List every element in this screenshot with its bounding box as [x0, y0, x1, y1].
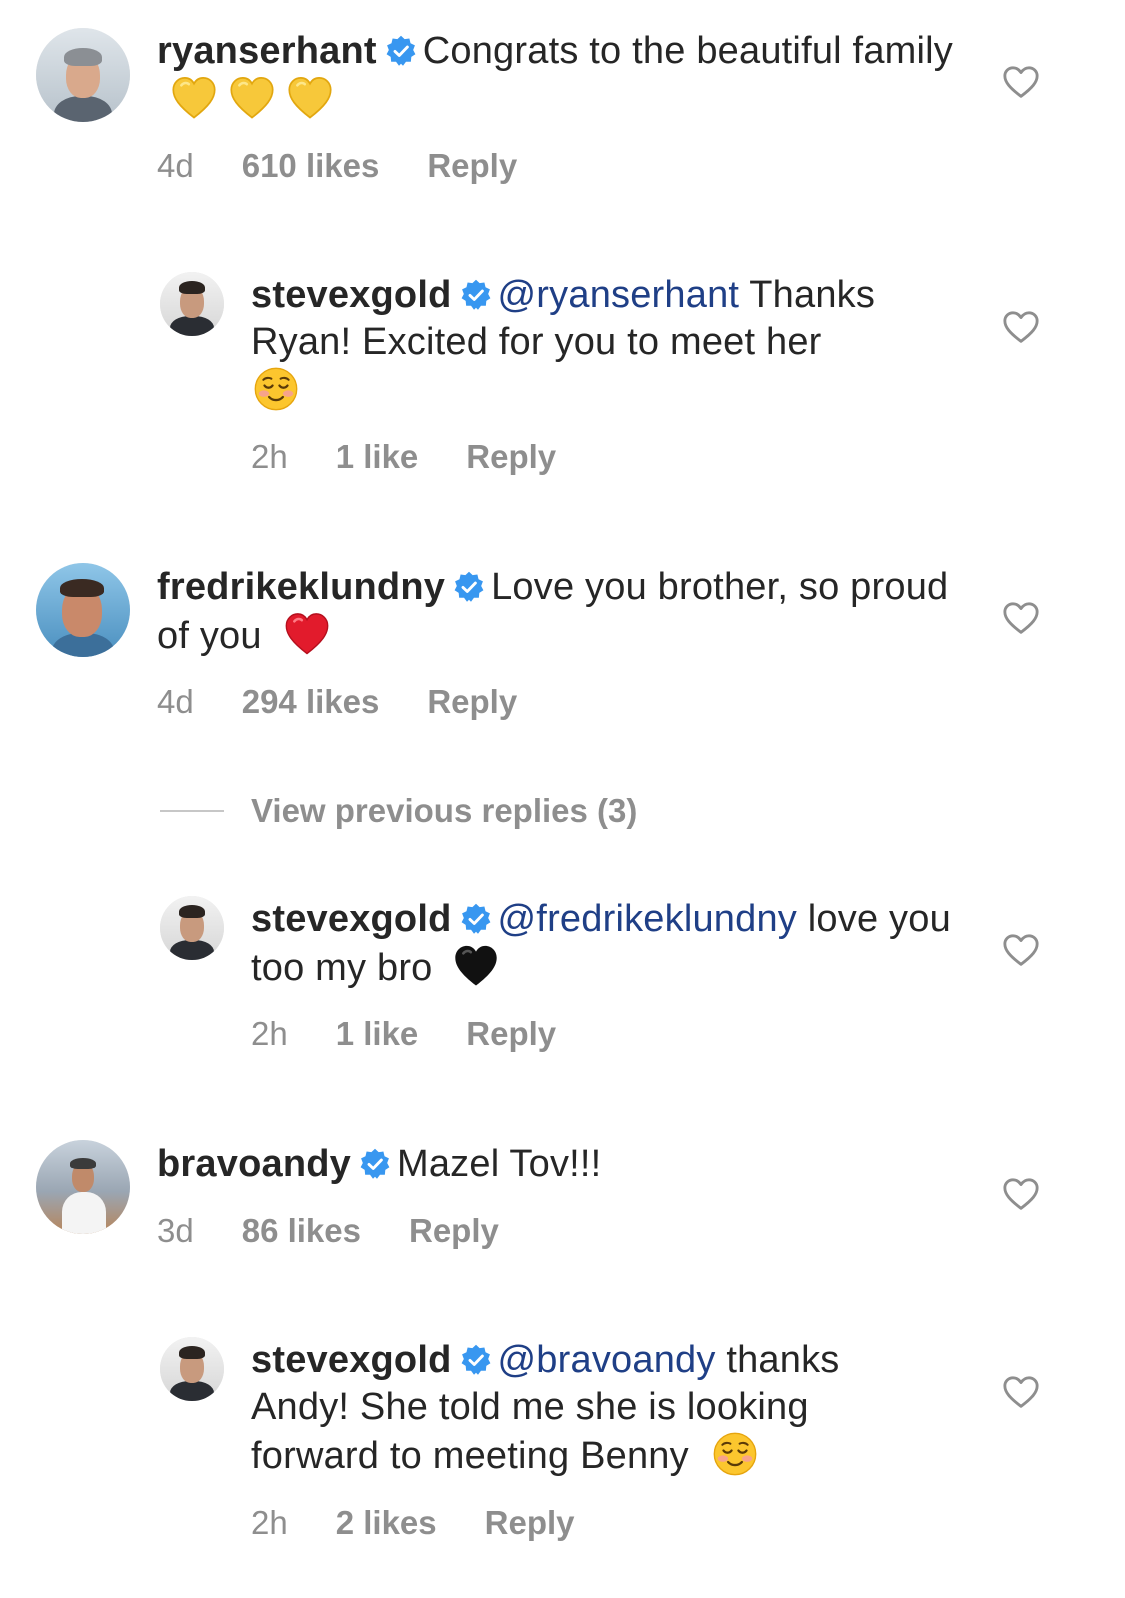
comment-meta: 4d 294 likes Reply	[157, 683, 565, 721]
comment-time: 4d	[157, 147, 194, 184]
red-heart-icon	[284, 611, 330, 657]
verified-badge-icon	[453, 571, 485, 603]
yellow-heart-icon	[171, 75, 217, 121]
reply-button[interactable]: Reply	[485, 1504, 575, 1541]
comment-meta: 4d 610 likes Reply	[157, 147, 565, 185]
comment-body: ryanserhant Congrats to the beautiful fam…	[157, 28, 957, 124]
comment-text: Congrats to the beautiful family	[422, 30, 953, 72]
likes-count[interactable]: 86 likes	[242, 1212, 361, 1249]
yellow-heart-icon	[287, 75, 333, 121]
comment-time: 4d	[157, 683, 194, 720]
avatar[interactable]	[160, 896, 224, 960]
comment-meta: 2h 1 like Reply	[251, 438, 604, 476]
verified-badge-icon	[460, 279, 492, 311]
mention-link[interactable]: @ryanserhant	[498, 274, 740, 316]
reply-button[interactable]: Reply	[427, 147, 517, 184]
likes-count[interactable]: 294 likes	[242, 683, 380, 720]
comment-body: stevexgold @ryanserhant Thanks Ryan! Exci…	[251, 272, 951, 415]
username[interactable]: stevexgold	[251, 898, 452, 940]
reply-button[interactable]: Reply	[427, 683, 517, 720]
username[interactable]: ryanserhant	[157, 30, 377, 72]
likes-count[interactable]: 1 like	[336, 438, 419, 475]
username[interactable]: fredrikeklundny	[157, 566, 445, 608]
avatar[interactable]	[36, 28, 130, 122]
comment-meta: 3d 86 likes Reply	[157, 1212, 547, 1250]
like-heart-icon[interactable]	[1002, 600, 1040, 638]
mention-link[interactable]: @bravoandy	[498, 1339, 716, 1381]
comment-body: stevexgold @fredrikeklundny love you too …	[251, 896, 971, 992]
verified-badge-icon	[359, 1148, 391, 1180]
avatar[interactable]	[36, 563, 130, 657]
likes-count[interactable]: 610 likes	[242, 147, 380, 184]
reply-button[interactable]: Reply	[409, 1212, 499, 1249]
comment-time: 2h	[251, 1015, 288, 1052]
comment-meta: 2h 1 like Reply	[251, 1015, 604, 1053]
avatar[interactable]	[160, 1337, 224, 1401]
yellow-heart-icon	[229, 75, 275, 121]
reply-button[interactable]: Reply	[466, 1015, 556, 1052]
likes-count[interactable]: 2 likes	[336, 1504, 437, 1541]
username[interactable]: bravoandy	[157, 1143, 351, 1185]
comment-body: bravoandy Mazel Tov!!!	[157, 1141, 957, 1188]
comment-text: Mazel Tov!!!	[396, 1143, 602, 1185]
view-previous-replies-label[interactable]: View previous replies (3)	[251, 792, 637, 830]
comment-time: 2h	[251, 1504, 288, 1541]
mention-link[interactable]: @fredrikeklundny	[498, 898, 797, 940]
verified-badge-icon	[385, 35, 417, 67]
verified-badge-icon	[460, 903, 492, 935]
verified-badge-icon	[460, 1344, 492, 1376]
username[interactable]: stevexgold	[251, 1339, 452, 1381]
divider-line	[160, 810, 224, 812]
avatar[interactable]	[36, 1140, 130, 1234]
comment-body: stevexgold @bravoandy thanks Andy! She to…	[251, 1337, 931, 1480]
like-heart-icon[interactable]	[1002, 1176, 1040, 1214]
smiling-face-icon	[712, 1431, 758, 1477]
comment-time: 3d	[157, 1212, 194, 1249]
like-heart-icon[interactable]	[1002, 1374, 1040, 1412]
username[interactable]: stevexgold	[251, 274, 452, 316]
like-heart-icon[interactable]	[1002, 309, 1040, 347]
reply-button[interactable]: Reply	[466, 438, 556, 475]
avatar[interactable]	[160, 272, 224, 336]
comment-meta: 2h 2 likes Reply	[251, 1504, 623, 1542]
black-heart-icon	[453, 943, 499, 989]
like-heart-icon[interactable]	[1002, 932, 1040, 970]
likes-count[interactable]: 1 like	[336, 1015, 419, 1052]
smiling-face-icon	[253, 366, 299, 412]
comment-time: 2h	[251, 438, 288, 475]
like-heart-icon[interactable]	[1002, 64, 1040, 102]
comment-body: fredrikeklundny Love you brother, so prou…	[157, 564, 957, 660]
